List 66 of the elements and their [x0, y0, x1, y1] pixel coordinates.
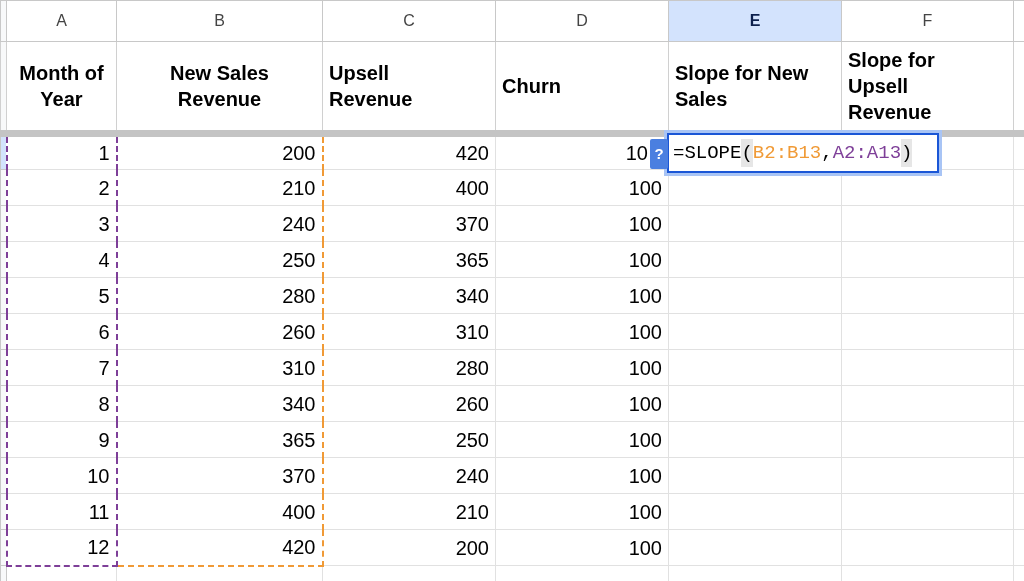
table-cell: 340 [116, 385, 323, 422]
table-cell: 100 [495, 421, 669, 458]
table-cell: 100 [495, 349, 669, 386]
table-cell: 370 [322, 205, 496, 242]
table-cell: 240 [322, 457, 496, 494]
table-cell: 5 [6, 277, 117, 314]
table-cell: 400 [116, 493, 323, 530]
table-cell: 100 [495, 313, 669, 350]
row-header[interactable] [0, 529, 7, 566]
table-cell: 100 [495, 385, 669, 422]
table-cell: 10 [6, 457, 117, 494]
row-header[interactable] [0, 277, 7, 314]
table-cell: 260 [322, 385, 496, 422]
help-button[interactable]: ? [650, 139, 668, 169]
table-cell: 340 [322, 277, 496, 314]
table-cell: 250 [322, 421, 496, 458]
table-cell: 100 [495, 277, 669, 314]
table-cell: 210 [116, 169, 323, 206]
column-header[interactable]: E [668, 0, 842, 42]
row-header[interactable] [0, 205, 7, 242]
column-header[interactable]: C [322, 0, 496, 42]
table-cell: 260 [116, 313, 323, 350]
table-cell: 280 [116, 277, 323, 314]
table-cell: 310 [322, 313, 496, 350]
table-cell: 7 [6, 349, 117, 386]
table-cell: 365 [322, 241, 496, 278]
row-header[interactable] [0, 493, 7, 530]
table-cell: 12 [6, 529, 117, 566]
table-cell: 100 [495, 529, 669, 566]
row-header[interactable] [0, 313, 7, 350]
table-cell: 11 [6, 493, 117, 530]
table-cell: 400 [322, 169, 496, 206]
row-header[interactable] [0, 241, 7, 278]
row-header[interactable] [0, 385, 7, 422]
table-cell: 2 [6, 169, 117, 206]
table-cell: 250 [116, 241, 323, 278]
table-cell: 8 [6, 385, 117, 422]
table-cell: 240 [116, 205, 323, 242]
table-cell: 280 [322, 349, 496, 386]
table-cell: 210 [322, 493, 496, 530]
header-cell: New Sales Revenue [116, 41, 323, 134]
table-cell: 365 [116, 421, 323, 458]
table-cell: 100 [495, 493, 669, 530]
table-cell: 4 [6, 241, 117, 278]
table-cell: 420 [116, 529, 323, 566]
table-cell: 9 [6, 421, 117, 458]
table-cell: 100 [495, 241, 669, 278]
table-cell: 100 [495, 205, 669, 242]
column-header[interactable]: F [841, 0, 1014, 42]
column-header[interactable]: A [6, 0, 117, 42]
table-cell: 3 [6, 205, 117, 242]
table-cell: 310 [116, 349, 323, 386]
table-cell: 370 [116, 457, 323, 494]
table-cell: 100 [495, 457, 669, 494]
table-cell: 200 [322, 529, 496, 566]
column-header[interactable]: D [495, 0, 669, 42]
formula-field[interactable]: =SLOPE(B2:B13,A2:A13) [667, 133, 939, 173]
column-header[interactable]: B [116, 0, 323, 42]
row-header[interactable] [0, 421, 7, 458]
table-cell: 6 [6, 313, 117, 350]
header-cell: Upsell Revenue [322, 41, 496, 134]
row-header[interactable] [0, 169, 7, 206]
header-cell: Churn [495, 41, 669, 134]
header-cell: Month of Year [6, 41, 117, 134]
row-header[interactable] [0, 349, 7, 386]
row-header[interactable] [0, 457, 7, 494]
